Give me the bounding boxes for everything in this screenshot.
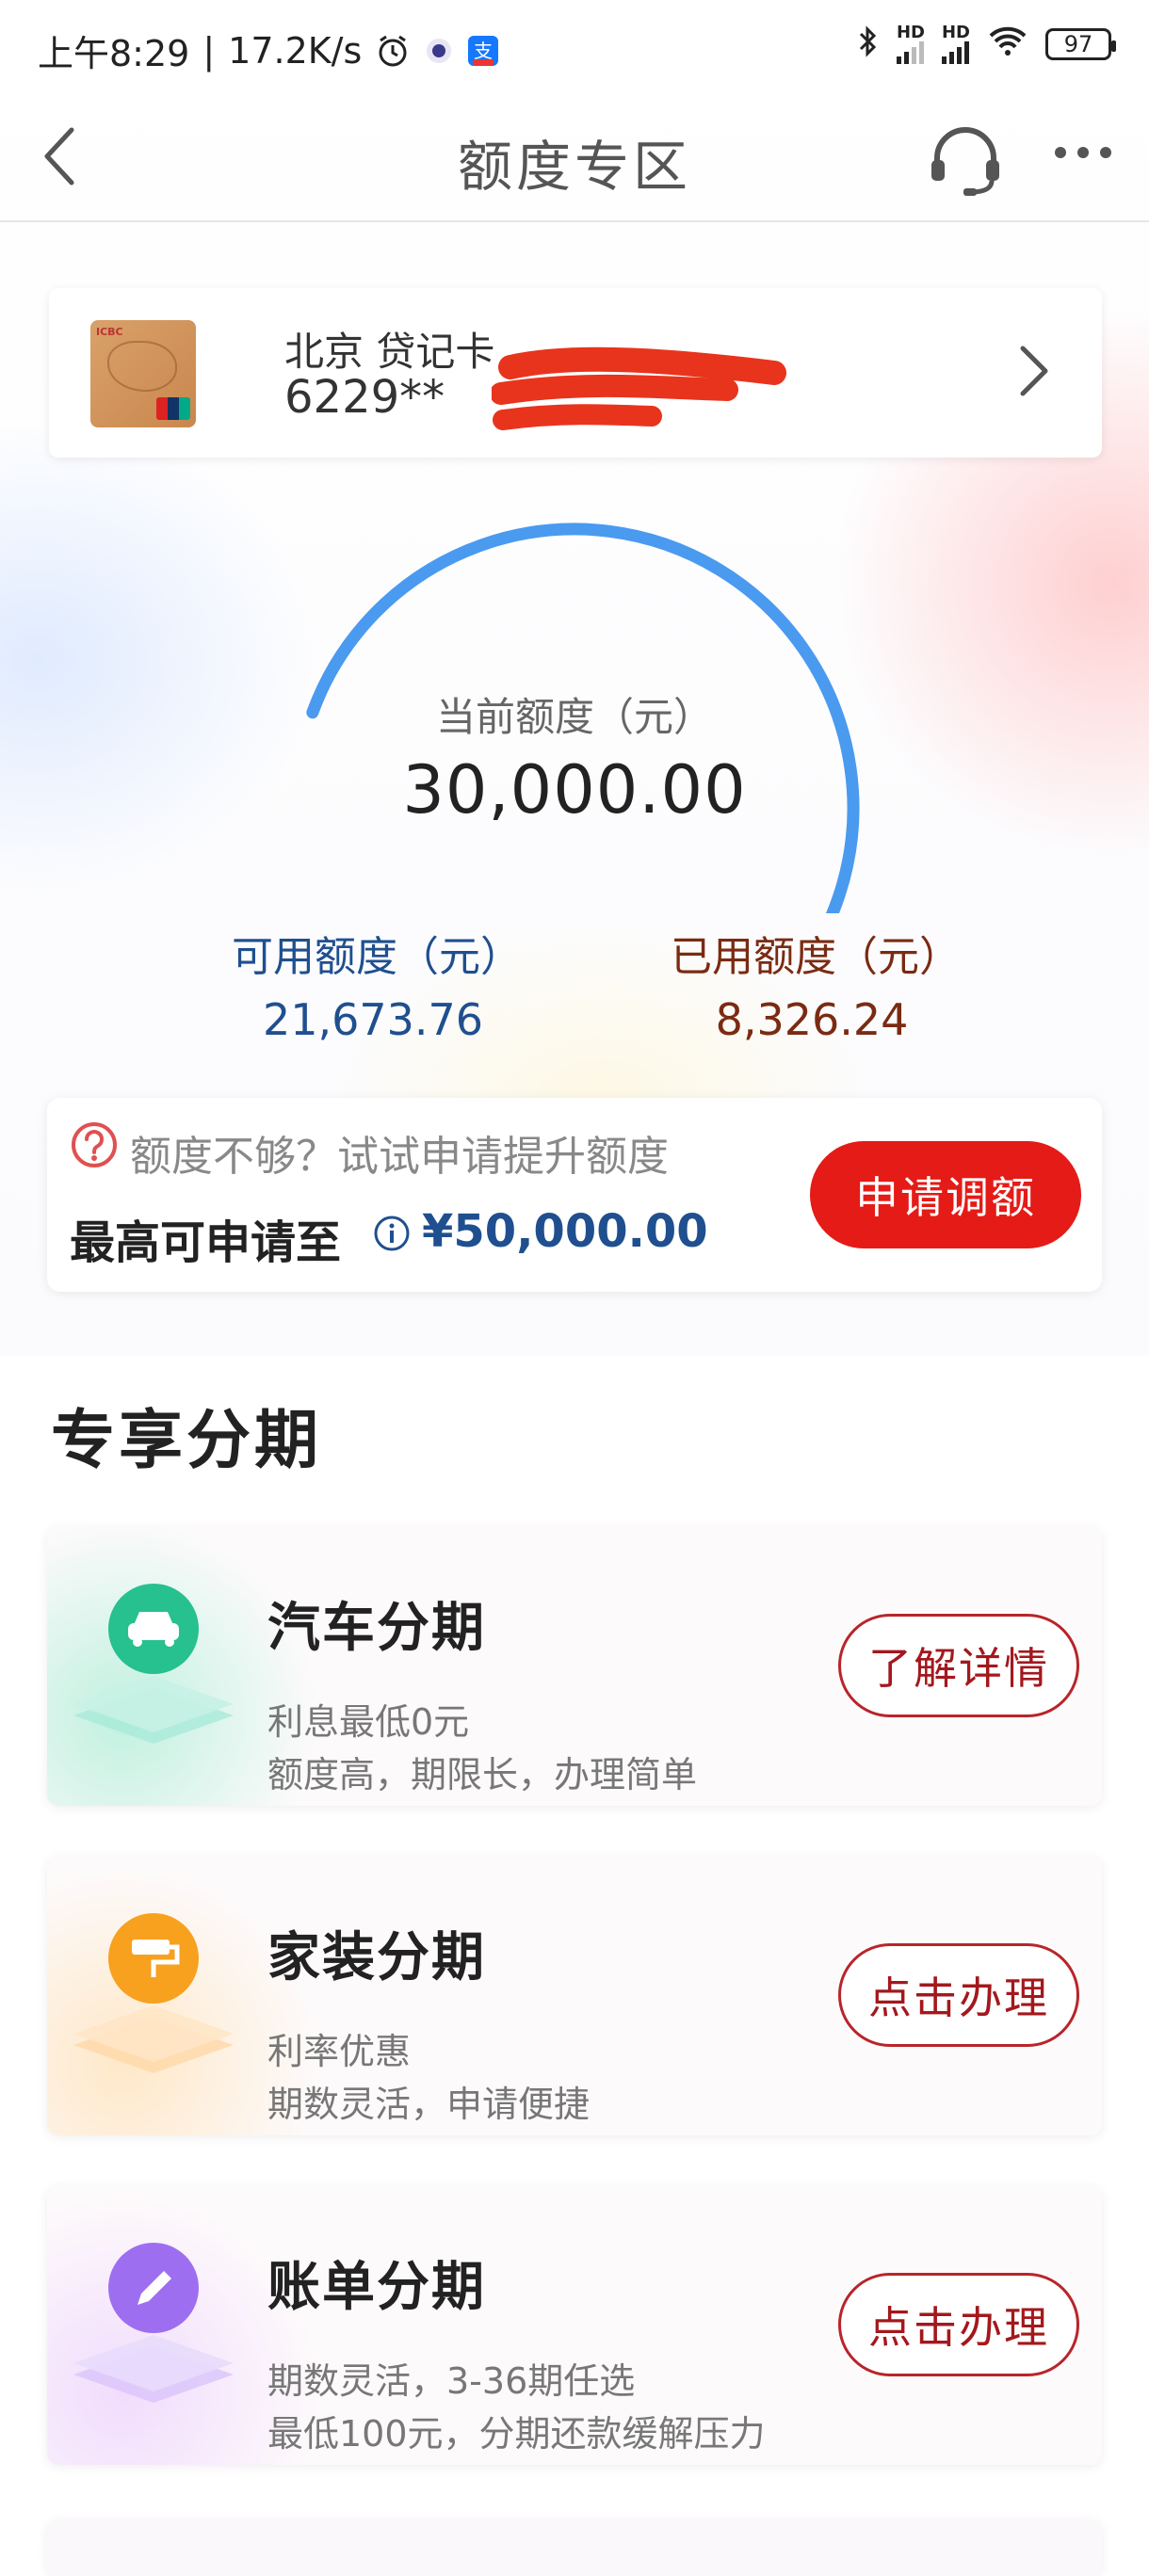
available-credit-value: 21,673.76 (262, 994, 484, 1045)
apply-now-button[interactable]: 点击办理 (838, 1943, 1079, 2047)
plan-card-car[interactable]: 汽车分期 利息最低0元 额度高，期限长，办理简单 了解详情 (47, 1527, 1102, 1806)
plan-subtitle: 利息最低0元 (267, 1701, 470, 1743)
plan-title: 账单分期 (267, 2257, 486, 2318)
plan-subtitle: 利率优惠 (267, 2031, 412, 2072)
chevron-right-icon (1017, 343, 1051, 403)
nav-header: 额度专区 (0, 94, 1149, 222)
signal-1-icon: HD (896, 24, 925, 64)
raise-hint: 额度不够？试试申请提升额度 (130, 1133, 669, 1181)
customer-service-button[interactable] (928, 122, 1003, 201)
max-apply-label: 最高可申请至 (70, 1216, 342, 1269)
used-credit: 已用额度（元） 8,326.24 (671, 923, 961, 1045)
raise-limit-panel: 额度不够？试试申请提升额度 最高可申请至 ¥50,000.00 申请调额 (47, 1098, 1102, 1292)
wifi-icon (987, 24, 1028, 64)
plan-title: 汽车分期 (267, 1598, 486, 1659)
plan-card-partial[interactable] (47, 2520, 1102, 2576)
available-credit: 可用额度（元） 21,673.76 (232, 923, 522, 1045)
info-icon[interactable] (373, 1215, 411, 1256)
apply-now-button[interactable]: 点击办理 (838, 2273, 1079, 2376)
svg-text:支: 支 (474, 40, 493, 62)
status-time: 上午8:29 (38, 33, 190, 74)
app-notification-icon (424, 36, 454, 66)
credit-gauge: 当前额度（元） 30,000.00 (273, 508, 876, 913)
used-credit-label: 已用额度（元） (671, 933, 961, 981)
bluetooth-icon (857, 24, 880, 64)
credit-card-image: ICBC (90, 320, 196, 427)
max-apply-value: ¥50,000.00 (422, 1205, 708, 1258)
plan-description: 期数灵活，申请便捷 (267, 2084, 591, 2125)
available-credit-label: 可用额度（元） (232, 933, 522, 981)
apply-raise-button[interactable]: 申请调额 (810, 1141, 1081, 1248)
more-dots-icon (1055, 147, 1066, 158)
card-number: 6229** (284, 371, 445, 424)
network-speed: 17.2K/s (228, 29, 363, 72)
plan-title: 家装分期 (267, 1927, 486, 1988)
unionpay-logo (156, 397, 190, 420)
car-icon (64, 1574, 243, 1763)
plan-card-home-decor[interactable]: 家装分期 利率优惠 期数灵活，申请便捷 点击办理 (47, 1857, 1102, 2135)
current-limit-value: 30,000.00 (402, 751, 747, 829)
more-button[interactable] (1055, 147, 1111, 158)
section-title: 专享分期 (51, 1404, 323, 1478)
plan-description: 额度高，期限长，办理简单 (267, 1754, 698, 1795)
card-name: 北京 贷记卡 (284, 329, 495, 375)
plan-description: 最低100元，分期还款缓解压力 (267, 2413, 766, 2455)
headset-icon (928, 127, 1003, 201)
plan-card-bill[interactable]: 账单分期 期数灵活，3-36期任选 最低100元，分期还款缓解压力 点击办理 (47, 2186, 1102, 2465)
card-selector[interactable]: ICBC 北京 贷记卡 6229** (49, 288, 1102, 458)
learn-more-button[interactable]: 了解详情 (838, 1614, 1079, 1717)
question-icon (70, 1120, 119, 1173)
used-credit-value: 8,326.24 (715, 994, 909, 1045)
alipay-notification-icon: 支 (467, 35, 499, 67)
plan-subtitle: 期数灵活，3-36期任选 (267, 2360, 636, 2402)
current-limit-label: 当前额度（元） (435, 694, 713, 740)
battery-indicator: 97 (1045, 28, 1116, 60)
status-bar: 上午8:29 | 17.2K/s 支 HD HD 97 (0, 0, 1149, 94)
alarm-icon (375, 33, 411, 69)
pencil-icon (64, 2233, 243, 2422)
redaction-scribble (490, 333, 793, 446)
paint-roller-icon (64, 1904, 243, 2092)
signal-2-icon: HD (941, 24, 970, 64)
